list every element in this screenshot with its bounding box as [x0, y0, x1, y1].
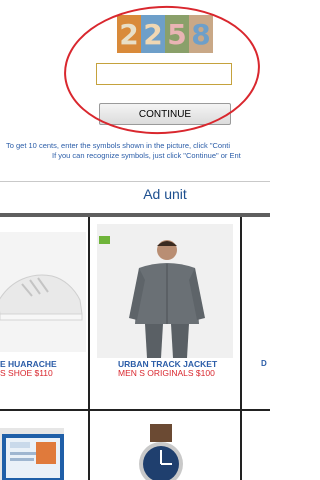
product-price: S SHOE $110 [0, 368, 53, 378]
shoe-icon [0, 274, 83, 321]
ad-unit-label: Ad unit [143, 186, 187, 202]
grid-line [88, 217, 90, 480]
grid-line [240, 217, 242, 480]
product-image-laptop[interactable] [0, 428, 64, 480]
instruction-text: If you can recognize symbols, just click… [52, 151, 241, 160]
divider [0, 181, 270, 182]
product-image-shoe[interactable] [0, 232, 86, 352]
jacket-model-icon [129, 240, 205, 358]
product-image-watch[interactable] [124, 424, 214, 480]
red-circle-annotation [60, 0, 264, 140]
brand-badge-icon [99, 236, 110, 244]
grid-line [0, 409, 270, 411]
captcha-panel: 2 2 5 8 CONTINUE To get 10 cents, enter … [0, 0, 270, 190]
instruction-text: To get 10 cents, enter the symbols shown… [6, 141, 231, 150]
product-image-jacket[interactable] [97, 224, 233, 358]
watch-icon [139, 424, 183, 480]
laptop-icon [2, 434, 64, 480]
product-price: MEN S ORIGINALS $100 [118, 368, 215, 378]
product-name[interactable]: D [261, 359, 267, 368]
